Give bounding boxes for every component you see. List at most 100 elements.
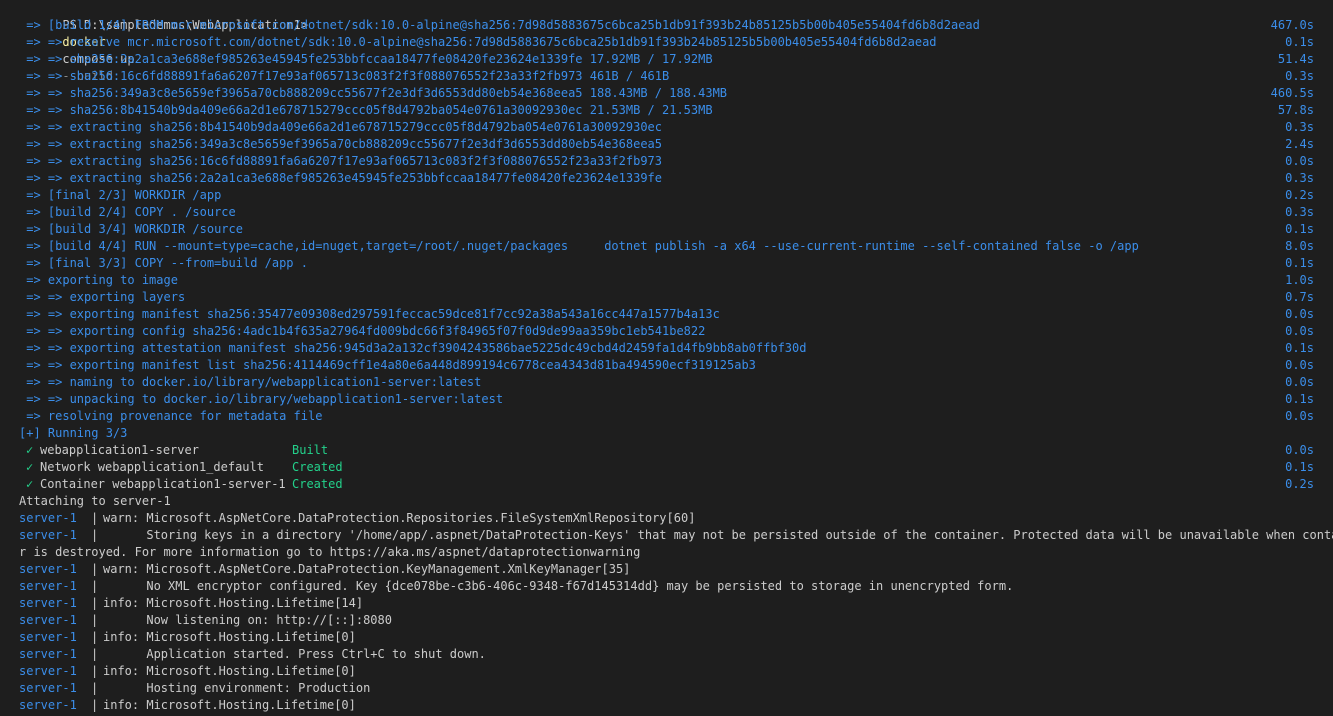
build-step-time: 0.0s [1285,409,1314,423]
running-summary-text: [+] Running 3/3 [19,426,128,440]
log-prefix: server-1 [19,630,77,644]
build-step-text: => => exporting manifest sha256:35477e09… [19,307,720,321]
build-step-text: => => resolve mcr.microsoft.com/dotnet/s… [19,35,937,49]
build-step-text: => => extracting sha256:8b41540b9da409e6… [19,120,662,134]
build-step-time: 0.1s [1285,341,1314,355]
log-separator: | [91,630,99,644]
log-separator: | [91,562,99,576]
terminal-output[interactable]: PS D:\sampledemos\WebApplication1> docke… [0,0,1333,716]
build-step-time: 0.2s [1285,188,1314,202]
build-step-time: 0.0s [1285,324,1314,338]
log-line: server-1 | info: Microsoft.Hosting.Lifetim… [0,697,1333,714]
build-step-time: 0.0s [1285,307,1314,321]
build-step-line: => => unpacking to docker.io/library/web… [0,391,1333,408]
log-message: info: Microsoft.Hosting.Lifetime[0] [103,630,356,644]
resource-name: webapplication1-server [40,443,199,457]
build-step-text: => => extracting sha256:16c6fd88891fa6a6… [19,154,662,168]
build-step-time: 467.0s [1270,18,1314,32]
resource-time: 0.0s [1285,443,1314,457]
build-step-line: => => exporting config sha256:4adc1b4f63… [0,323,1333,340]
prompt-line: PS D:\sampledemos\WebApplication1> docke… [0,0,308,83]
build-step-time: 460.5s [1270,86,1314,100]
build-step-text: => => sha256:349a3c8e5659ef3965a70cb8882… [19,86,728,100]
resource-status: Created [292,460,343,474]
log-separator: | [91,698,99,712]
build-step-line: => => sha256:2a2a1ca3e688ef985263e45945f… [0,51,1333,68]
log-line: server-1 | warn: Microsoft.AspNetCore.Data… [0,510,1333,527]
build-step-time: 51.4s [1277,52,1314,66]
log-line: server-1 | Hosting environment: Productio… [0,680,1333,697]
build-step-line: => => exporting manifest list sha256:411… [0,357,1333,374]
build-step-line: => => exporting manifest sha256:35477e09… [0,306,1333,323]
build-step-line: => => extracting sha256:8b41540b9da409e6… [0,119,1333,136]
log-message: No XML encryptor configured. Key {dce078… [103,579,1014,593]
resource-status: Built [292,443,329,457]
build-step-text: => => sha256:2a2a1ca3e688ef985263e45945f… [19,52,713,66]
build-step-line: => => sha256:16c6fd88891fa6a6207f17e93af… [0,68,1333,85]
build-step-text: => => naming to docker.io/library/webapp… [19,375,482,389]
log-prefix: server-1 [19,664,77,678]
resource-time: 0.1s [1285,460,1314,474]
build-step-time: 0.3s [1285,205,1314,219]
build-step-time: 57.8s [1277,103,1314,117]
build-step-line: => => exporting layers 0.7s [0,289,1333,306]
build-step-text: => => unpacking to docker.io/library/web… [19,392,504,406]
checkmark-icon: ✓ [26,443,34,457]
log-separator: | [91,528,99,542]
log-message: info: Microsoft.Hosting.Lifetime[0] [103,664,356,678]
log-prefix: server-1 [19,681,77,695]
log-message: Application started. Press Ctrl+C to shu… [103,647,486,661]
build-step-text: => [build 2/4] COPY . /source [19,205,236,219]
build-step-line: => [build 3/4] WORKDIR /source 0.1s [0,221,1333,238]
checkmark-icon: ✓ [26,477,34,491]
log-message: Now listening on: http://[::]:8080 [103,613,392,627]
log-message: warn: Microsoft.AspNetCore.DataProtectio… [103,562,631,576]
log-line: server-1 | Now listening on: http://[::]:… [0,612,1333,629]
log-prefix: server-1 [19,613,77,627]
build-step-text: => exporting to image [19,273,178,287]
build-step-text: => => sha256:8b41540b9da409e66a2d1e67871… [19,103,713,117]
build-step-text: => => exporting config sha256:4adc1b4f63… [19,324,706,338]
build-step-time: 2.4s [1285,137,1314,151]
checkmark-icon: ✓ [26,460,34,474]
build-step-time: 0.1s [1285,35,1314,49]
build-step-line: => => exporting attestation manifest sha… [0,340,1333,357]
log-line: server-1 | info: Microsoft.Hosting.Lifetim… [0,595,1333,612]
log-line: server-1 | Application started. Press Ctr… [0,646,1333,663]
log-separator: | [91,579,99,593]
build-step-time: 1.0s [1285,273,1314,287]
log-line: r is destroyed. For more information go … [0,544,1333,561]
resource-name: Container webapplication1-server-1 [40,477,286,491]
build-step-time: 8.0s [1285,239,1314,253]
log-prefix: server-1 [19,647,77,661]
build-step-line: => [build 4/4] RUN --mount=type=cache,id… [0,238,1333,255]
build-step-line: => [final 2/3] WORKDIR /app 0.2s [0,187,1333,204]
build-step-text: => => sha256:16c6fd88891fa6a6207f17e93af… [19,69,670,83]
build-step-time: 0.0s [1285,154,1314,168]
build-step-time: 0.7s [1285,290,1314,304]
log-line: server-1 | warn: Microsoft.AspNetCore.Data… [0,561,1333,578]
log-prefix: server-1 [19,511,77,525]
build-step-line: => [build 2/4] COPY . /source 0.3s [0,204,1333,221]
log-line: server-1 | No XML encryptor configured. K… [0,578,1333,595]
attaching-text: Attaching to server-1 [19,494,171,508]
build-step-text: => [final 2/3] WORKDIR /app [19,188,222,202]
build-step-line: => => naming to docker.io/library/webapp… [0,374,1333,391]
build-step-text: => [build 3/4] WORKDIR /source [19,222,243,236]
log-message: Hosting environment: Production [103,681,371,695]
build-step-line: => => sha256:8b41540b9da409e66a2d1e67871… [0,102,1333,119]
build-step-line: => => extracting sha256:16c6fd88891fa6a6… [0,153,1333,170]
build-step-text: => => exporting attestation manifest sha… [19,341,807,355]
log-prefix: server-1 [19,579,77,593]
resource-status-line: ✓ Container webapplication1-server-1 Creat… [0,476,1333,493]
build-step-text: => => exporting manifest list sha256:411… [19,358,756,372]
build-step-text: => => extracting sha256:349a3c8e5659ef39… [19,137,662,151]
build-step-time: 0.3s [1285,120,1314,134]
log-message: Storing keys in a directory '/home/app/.… [103,528,1333,542]
build-step-time: 0.1s [1285,222,1314,236]
build-step-text: => => exporting layers [19,290,186,304]
build-step-time: 0.0s [1285,358,1314,372]
build-step-line: => resolving provenance for metadata fil… [0,408,1333,425]
log-message: warn: Microsoft.AspNetCore.DataProtectio… [103,511,696,525]
build-step-time: 0.0s [1285,375,1314,389]
